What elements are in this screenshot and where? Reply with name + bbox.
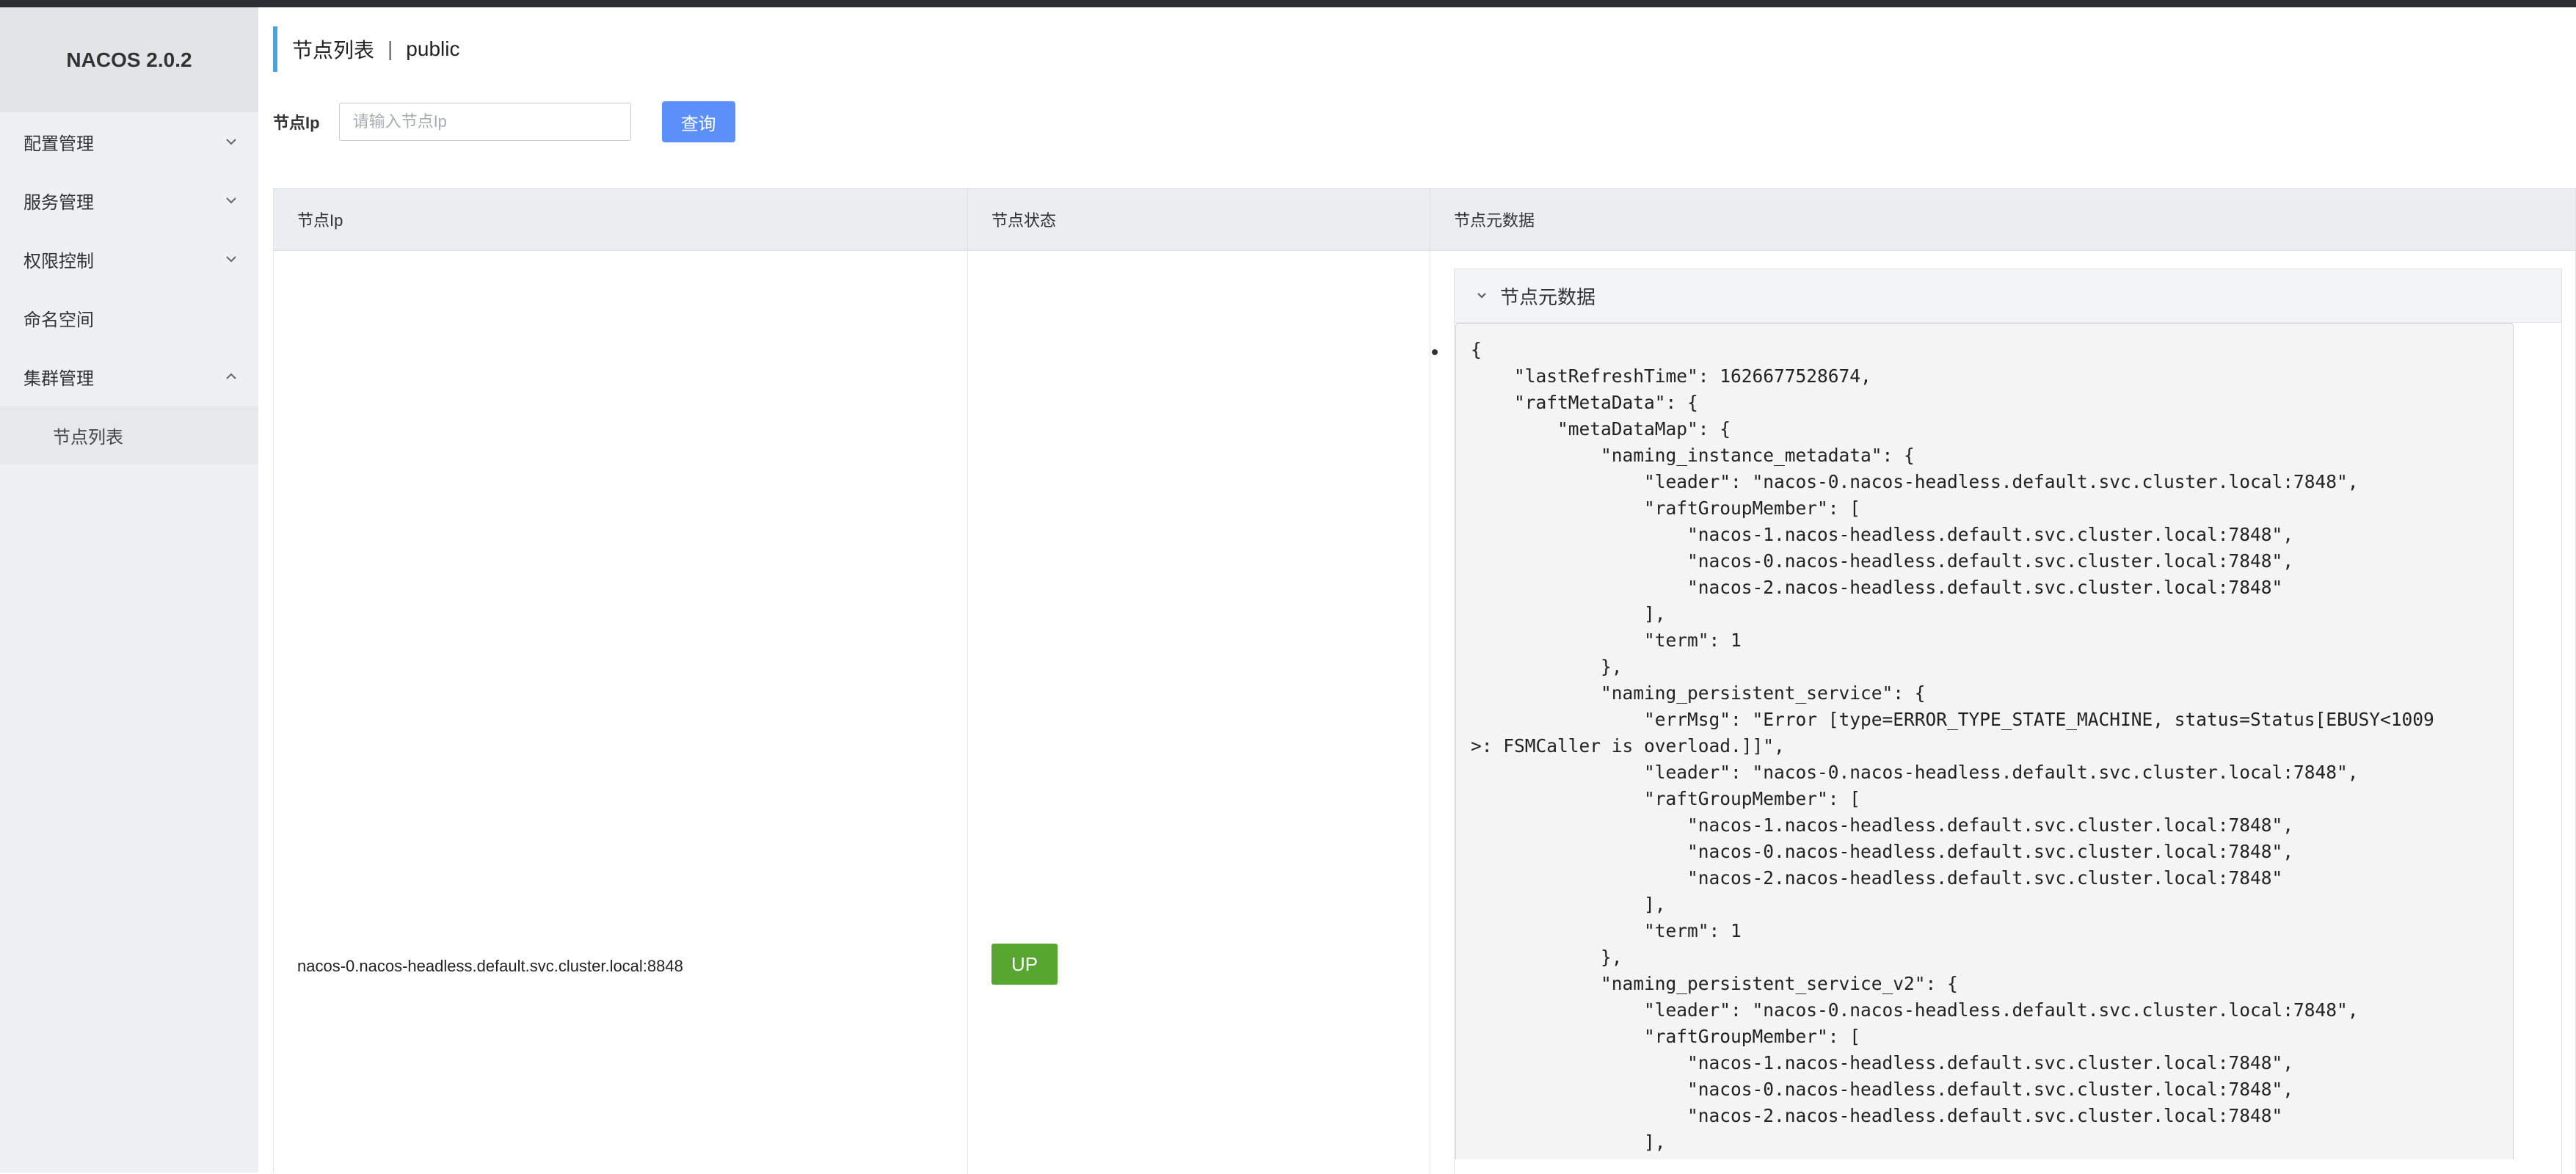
sidebar-item-namespace[interactable]: 命名空间 bbox=[0, 288, 258, 347]
browser-top-bar bbox=[0, 0, 2576, 7]
chevron-down-icon bbox=[220, 189, 242, 211]
metadata-collapse-header[interactable]: 节点元数据 bbox=[1455, 269, 2561, 323]
namespace-label: public bbox=[406, 37, 460, 60]
chevron-down-icon bbox=[220, 248, 242, 270]
cell-node-status: UP bbox=[968, 251, 1430, 1174]
column-header-node-ip: 节点Ip bbox=[274, 189, 968, 250]
node-ip-value: nacos-0.nacos-headless.default.svc.clust… bbox=[297, 957, 683, 975]
sidebar-item-cluster[interactable]: 集群管理 bbox=[0, 347, 258, 406]
sidebar-item-label: 服务管理 bbox=[23, 192, 94, 213]
sidebar-item-service[interactable]: 服务管理 bbox=[0, 171, 258, 230]
sidebar-item-permission[interactable]: 权限控制 bbox=[0, 230, 258, 288]
page-title-text: 节点列表 bbox=[292, 39, 375, 62]
sidebar-subitem-node-list[interactable]: 节点列表 bbox=[0, 406, 258, 464]
sidebar-item-config[interactable]: 配置管理 bbox=[0, 112, 258, 171]
metadata-json: { "lastRefreshTime": 1626677528674, "raf… bbox=[1471, 339, 2434, 1153]
sidebar-item-label: 命名空间 bbox=[23, 310, 94, 330]
node-ip-label: 节点Ip bbox=[273, 114, 320, 132]
brand-logo: NACOS 2.0.2 bbox=[0, 7, 258, 112]
sidebar-item-label: 权限控制 bbox=[23, 251, 94, 271]
sidebar-subitem-label: 节点列表 bbox=[53, 427, 123, 448]
chevron-down-icon bbox=[1471, 285, 1493, 307]
chevron-up-icon bbox=[220, 365, 242, 387]
list-bullet bbox=[1432, 349, 1438, 355]
table-row: nacos-0.nacos-headless.default.svc.clust… bbox=[274, 251, 2575, 1174]
title-separator: | bbox=[388, 37, 393, 60]
cell-node-metadata: 节点元数据 { "lastRefreshTime": 1626677528674… bbox=[1430, 251, 2575, 1174]
column-header-node-metadata: 节点元数据 bbox=[1454, 211, 1535, 230]
node-ip-input[interactable] bbox=[338, 103, 631, 141]
status-badge: UP bbox=[992, 944, 1058, 985]
sidebar-item-label: 配置管理 bbox=[23, 134, 94, 154]
filter-bar: 节点Ip 查询 bbox=[273, 101, 735, 142]
page-title: 节点列表 | public bbox=[273, 26, 459, 72]
cell-node-ip: nacos-0.nacos-headless.default.svc.clust… bbox=[274, 251, 968, 1174]
column-header-node-status: 节点状态 bbox=[968, 189, 1430, 250]
table-header: 节点Ip 节点状态 节点元数据 bbox=[274, 189, 2575, 251]
chevron-down-icon bbox=[220, 131, 242, 153]
sidebar-item-label: 集群管理 bbox=[23, 368, 94, 389]
node-table: 节点Ip 节点状态 节点元数据 nacos-0.nacos-headless.d… bbox=[273, 188, 2576, 1174]
query-button[interactable]: 查询 bbox=[661, 101, 735, 142]
metadata-json-box[interactable]: { "lastRefreshTime": 1626677528674, "raf… bbox=[1455, 323, 2514, 1159]
metadata-collapse-title: 节点元数据 bbox=[1500, 285, 1596, 308]
sidebar: NACOS 2.0.2 配置管理 服务管理 权限控制 命名空间 集群管理 节点列… bbox=[0, 7, 258, 1173]
main-content: 节点列表 | public 节点Ip 查询 节点Ip 节点状态 节点元数据 na… bbox=[258, 7, 2576, 1174]
